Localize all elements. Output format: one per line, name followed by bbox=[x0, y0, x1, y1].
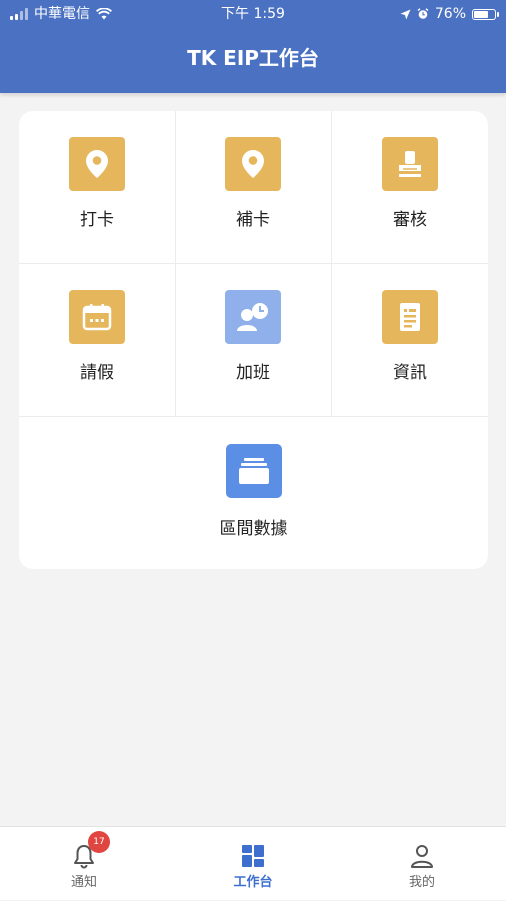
menu-item-review[interactable]: 審核 bbox=[332, 111, 488, 263]
menu-item-label: 審核 bbox=[393, 210, 427, 230]
alarm-icon bbox=[417, 8, 429, 19]
battery-percent: 76% bbox=[434, 6, 466, 22]
tab-label: 通知 bbox=[70, 875, 97, 890]
workbench-card: 打卡 補卡 審核 請假 加班 資訊 區間數據 bbox=[19, 111, 488, 569]
page-title: TK EIP工作台 bbox=[187, 46, 319, 70]
menu-item-label: 加班 bbox=[236, 363, 270, 383]
menu-item-make-up-punch[interactable]: 補卡 bbox=[175, 111, 331, 263]
grid-divider bbox=[19, 263, 488, 264]
menu-grid: 打卡 補卡 審核 請假 加班 資訊 bbox=[19, 111, 488, 417]
menu-item-label: 請假 bbox=[80, 363, 114, 383]
battery-icon bbox=[472, 8, 499, 20]
tab-workbench[interactable]: 工作台 bbox=[169, 827, 337, 901]
menu-item-label: 區間數據 bbox=[219, 519, 288, 539]
menu-item-clock-in[interactable]: 打卡 bbox=[19, 111, 175, 263]
stamp-icon bbox=[382, 137, 438, 191]
folder-stack-icon bbox=[225, 444, 282, 498]
menu-item-overtime[interactable]: 加班 bbox=[175, 264, 331, 416]
menu-item-range-data[interactable]: 區間數據 bbox=[19, 416, 488, 569]
calendar-icon bbox=[69, 290, 125, 344]
menu-item-leave[interactable]: 請假 bbox=[19, 264, 175, 416]
location-pin-icon bbox=[69, 137, 125, 191]
bottom-tab-bar: 17 通知 工作台 我的 bbox=[0, 826, 506, 900]
document-icon bbox=[382, 290, 438, 344]
dashboard-icon bbox=[242, 845, 264, 867]
location-arrow-icon bbox=[400, 9, 411, 19]
menu-item-label: 補卡 bbox=[236, 210, 270, 230]
user-clock-icon bbox=[225, 290, 281, 344]
battery-level bbox=[474, 10, 488, 18]
menu-item-info[interactable]: 資訊 bbox=[332, 264, 488, 416]
tab-label: 工作台 bbox=[233, 875, 273, 890]
status-bar: 中華電信 下午 1:59 76% bbox=[0, 0, 506, 28]
notification-badge: 17 bbox=[88, 831, 110, 853]
app-header: 中華電信 下午 1:59 76% TK EIP工作台 bbox=[0, 0, 506, 93]
tab-profile[interactable]: 我的 bbox=[338, 827, 506, 901]
tab-notifications[interactable]: 17 通知 bbox=[0, 827, 168, 901]
user-icon bbox=[411, 845, 433, 868]
tab-label: 我的 bbox=[408, 875, 435, 890]
location-pin-icon bbox=[225, 137, 281, 191]
menu-item-label: 資訊 bbox=[393, 363, 427, 383]
menu-item-label: 打卡 bbox=[80, 210, 114, 230]
